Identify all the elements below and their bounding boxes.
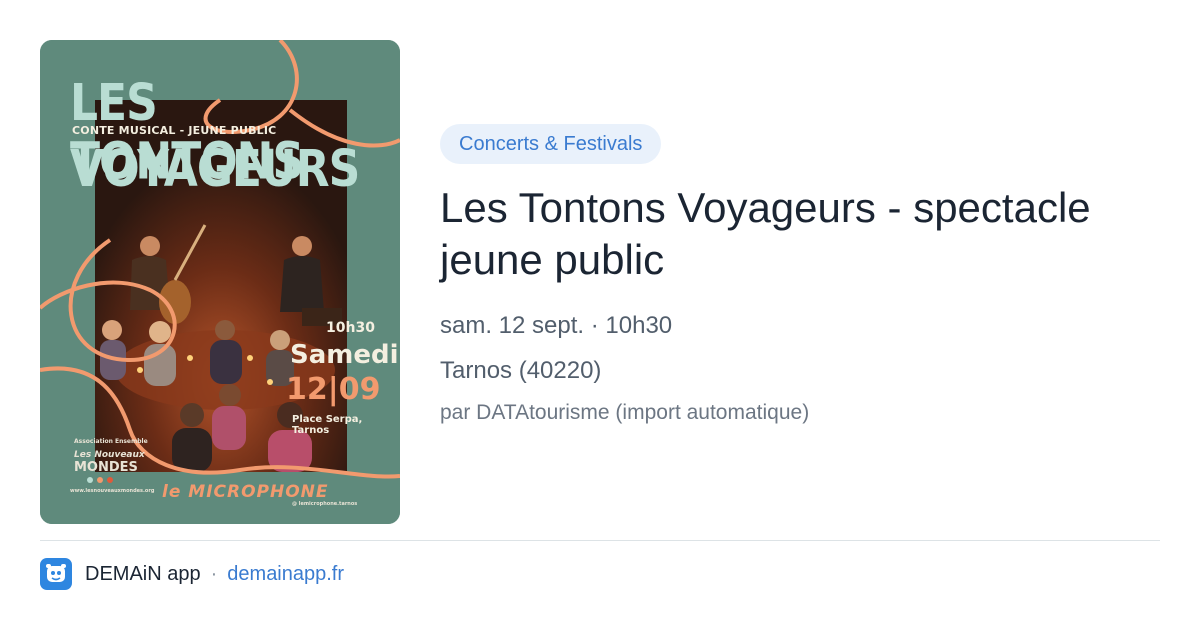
footer-separator: ·	[210, 562, 218, 585]
event-datetime: sam. 12 sept. · 10h30	[440, 312, 673, 339]
footer-divider	[40, 540, 1160, 541]
category-badge[interactable]: Concerts & Festivals	[440, 124, 662, 164]
poster-subtitle: CONTE MUSICAL - JEUNE PUBLIC	[72, 124, 277, 137]
app-domain-link[interactable]: demainapp.fr	[227, 563, 344, 586]
event-location: Tarnos (40220)	[440, 357, 602, 384]
poster-assoc-script: Les Nouveaux	[74, 450, 145, 460]
event-source: par DATAtourisme (import automatique)	[440, 401, 810, 424]
poster-assoc-small: Association Ensemble	[74, 438, 148, 445]
app-logo-icon[interactable]	[40, 558, 72, 590]
poster-sponsor-logo: le MICROPHONE	[162, 482, 329, 502]
poster-title-line2: VOYAGEURS	[70, 140, 360, 199]
poster-date: 12|09	[286, 372, 381, 407]
footer: DEMAiN app · demainapp.fr	[40, 558, 344, 590]
poster-time: 10h30	[326, 320, 375, 336]
poster-place: Place Serpa, Tarnos	[292, 414, 363, 436]
event-poster-image[interactable]: LES TONTONS CONTE MUSICAL - JEUNE PUBLIC…	[40, 40, 400, 524]
poster-contact: www.lesnouveauxmondes.org	[70, 488, 155, 494]
poster-assoc-name: MONDES	[74, 460, 138, 475]
poster-social-handle: @ lemicrophone.tarnos	[292, 501, 358, 507]
poster-day: Samedi	[290, 340, 399, 370]
app-name: DEMAiN app	[85, 562, 201, 585]
event-title[interactable]: Les Tontons Voyageurs - spectacle jeune …	[440, 182, 1160, 286]
